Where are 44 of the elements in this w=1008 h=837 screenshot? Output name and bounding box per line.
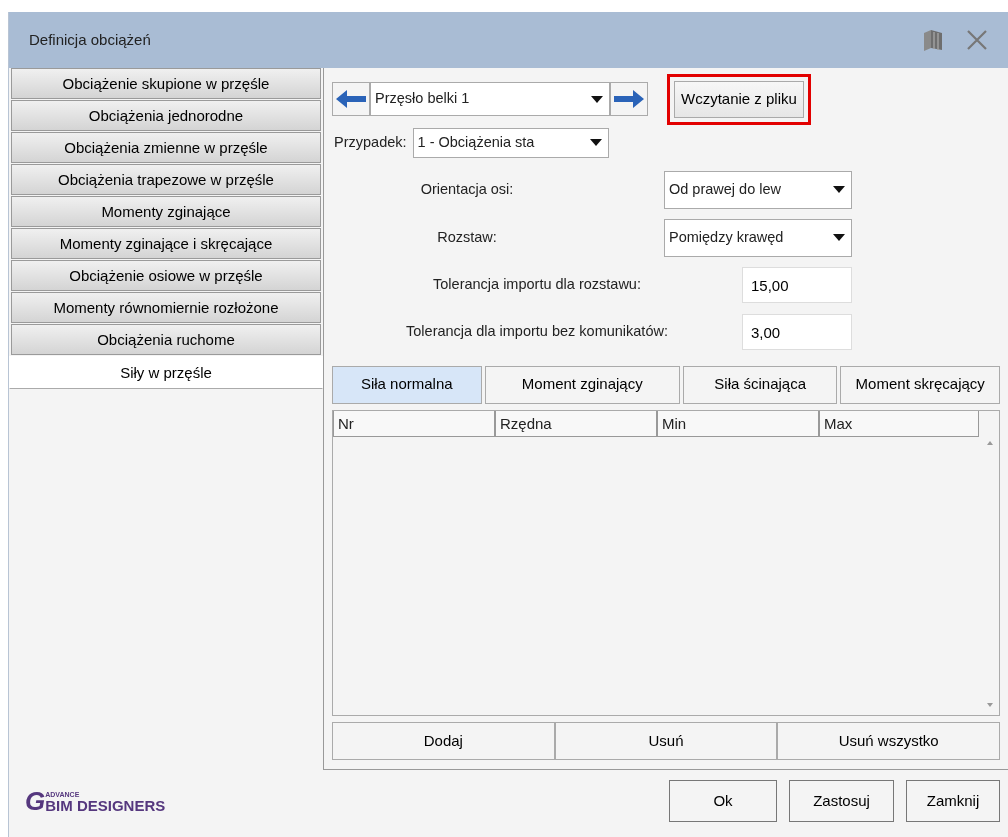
case-dropdown[interactable]: 1 - Obciążenia sta [412, 127, 609, 158]
case-label: Przypadek: [334, 132, 407, 152]
field-label: Tolerancja importu dla rozstawu: [432, 275, 642, 295]
side-tab[interactable]: Obciążenie skupione w przęśle [11, 68, 321, 99]
field-label: Rozstaw: [436, 227, 498, 247]
tab[interactable]: Siła ścinająca [682, 365, 838, 404]
field-label: Orientacja osi: [419, 179, 515, 199]
table-button[interactable]: Usuń [554, 722, 778, 760]
books-icon[interactable] [922, 28, 944, 52]
dialog-button[interactable]: Ok [669, 780, 777, 822]
side-tab[interactable]: Obciążenie osiowe w przęśle [11, 260, 321, 291]
dialog-button[interactable]: Zamknij [906, 780, 1000, 822]
side-tab[interactable]: Momenty zginające [11, 196, 321, 227]
field-dropdown[interactable]: Pomiędzy krawęd [664, 218, 852, 257]
left-arrow-icon [335, 89, 367, 110]
side-tab[interactable]: Obciążenia jednorodne [11, 100, 321, 131]
side-tab[interactable]: Obciążenia ruchome [11, 324, 321, 355]
field-label: Tolerancja dla importu bez komunikatów: [405, 322, 669, 342]
dialog-button[interactable]: Zastosuj [789, 780, 894, 822]
side-tab[interactable]: Obciążenia trapezowe w przęśle [11, 164, 321, 195]
column-header: Nr [333, 410, 495, 437]
logo-mark: G [25, 788, 46, 814]
next-button[interactable] [610, 82, 648, 117]
side-tab[interactable]: Momenty równomiernie rozłożone [11, 292, 321, 323]
previous-button[interactable] [332, 82, 370, 117]
tab[interactable]: Moment zginający [484, 365, 680, 404]
table-button[interactable]: Usuń wszystko [777, 722, 1000, 760]
right-arrow-icon [613, 89, 645, 110]
value-field[interactable]: 15,00 [742, 267, 852, 303]
column-header: Rzędna [495, 410, 657, 437]
tab[interactable]: Siła normalna [332, 365, 482, 404]
side-tab[interactable]: Momenty zginające i skręcające [11, 228, 321, 259]
side-tab[interactable]: Obciążenia zmienne w przęśle [11, 132, 321, 163]
field-dropdown[interactable]: Od prawej do lew [664, 170, 852, 209]
close-icon[interactable] [966, 29, 988, 51]
table-button[interactable]: Dodaj [332, 722, 555, 760]
side-tab[interactable]: Siły w przęśle [9, 356, 323, 389]
column-header: Min [657, 410, 819, 437]
span-dropdown[interactable]: Przęsło belki 1 [370, 82, 610, 117]
value-field[interactable]: 3,00 [742, 314, 852, 350]
logo-name: BIM DESIGNERS [45, 797, 166, 814]
tab[interactable]: Moment skręcający [840, 365, 1000, 404]
column-header: Max [819, 410, 979, 437]
window-title: Definicja obciążeń [29, 29, 152, 50]
